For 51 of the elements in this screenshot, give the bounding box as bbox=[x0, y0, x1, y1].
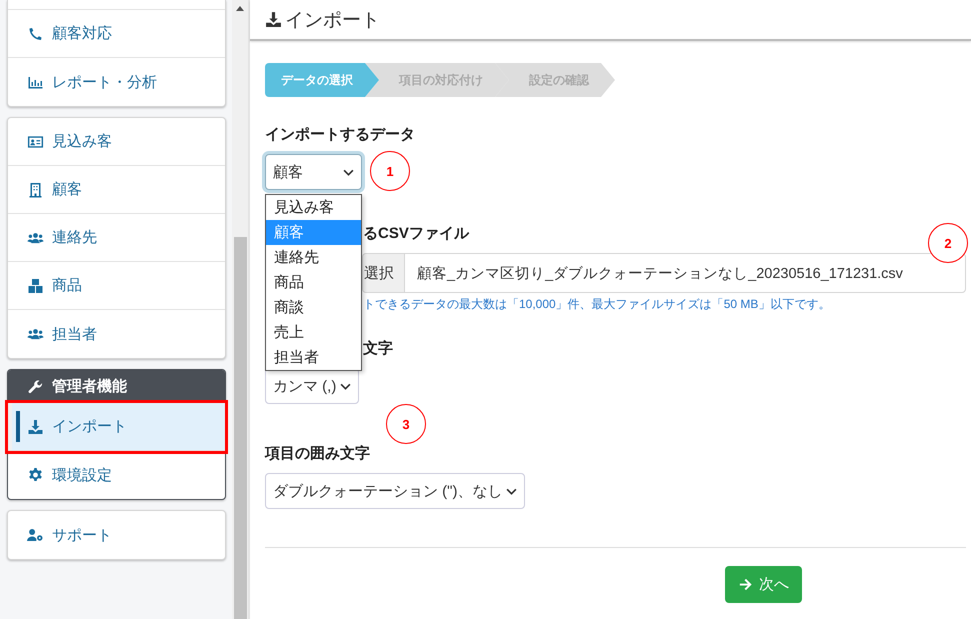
download-icon bbox=[27, 418, 44, 434]
dropdown-option[interactable]: 連絡先 bbox=[266, 245, 361, 270]
nav-item[interactable]: 商品 bbox=[8, 262, 225, 310]
annotation-number: 1 bbox=[370, 151, 410, 191]
wrench-icon bbox=[27, 378, 44, 394]
dropdown-option[interactable]: 売上 bbox=[266, 320, 361, 345]
annotation-number: 2 bbox=[928, 223, 968, 263]
bar-chart-icon bbox=[27, 74, 44, 90]
field-label: 項目の囲み文字 bbox=[265, 444, 371, 463]
nav-item[interactable]: 見込み客 bbox=[8, 118, 225, 166]
wizard-step: データの選択 bbox=[265, 63, 379, 97]
settings-icon bbox=[27, 467, 44, 483]
dropdown-option[interactable]: 担当者 bbox=[266, 345, 361, 370]
scrollbar[interactable] bbox=[232, 0, 248, 619]
id-card-icon bbox=[27, 134, 44, 150]
field-label: 文字 bbox=[363, 339, 393, 358]
download-icon bbox=[265, 11, 282, 28]
nav-item[interactable]: 環境設定 bbox=[8, 451, 225, 499]
nav-item[interactable]: 顧客 bbox=[8, 166, 225, 214]
dropdown-option[interactable]: 商談 bbox=[266, 295, 361, 320]
hint-text: トできるデータの最大数は「10,000」件、最大ファイルサイズは「50 MB」以下です。 bbox=[363, 296, 830, 313]
nav-item[interactable]: インポート bbox=[8, 403, 225, 451]
scroll-up-icon[interactable] bbox=[236, 6, 244, 11]
users-icon bbox=[27, 326, 44, 342]
dropdown-option[interactable]: 見込み客 bbox=[266, 195, 361, 220]
dropdown-option[interactable]: 商品 bbox=[266, 270, 361, 295]
building-icon bbox=[27, 182, 44, 198]
scrollbar-thumb[interactable] bbox=[234, 237, 246, 619]
nav-item[interactable]: 連絡先 bbox=[8, 214, 225, 262]
page-title: インポート bbox=[285, 8, 380, 32]
field-label: インポートするデータ bbox=[265, 125, 416, 144]
annotation-number: 3 bbox=[386, 404, 426, 444]
nav-item[interactable]: 担当者 bbox=[8, 310, 225, 358]
chevron-down-icon bbox=[340, 382, 352, 390]
phone-icon bbox=[27, 26, 44, 42]
field-label: るCSVファイル bbox=[363, 224, 469, 243]
nav-item[interactable]: 顧客対応 bbox=[8, 10, 225, 58]
next-button[interactable]: 次へ bbox=[725, 566, 802, 603]
boxes-icon bbox=[27, 278, 44, 294]
user-gear-icon bbox=[27, 527, 44, 543]
file-input[interactable]: 選択 顧客_カンマ区切り_ダブルクォーテーションなし_20230516_171231.csv bbox=[362, 253, 966, 293]
arrow-right-icon bbox=[738, 577, 753, 592]
section-title: 管理者機能 bbox=[52, 377, 127, 396]
nav-item[interactable]: サポート bbox=[8, 511, 225, 559]
data-select[interactable]: 顧客 bbox=[265, 154, 362, 190]
nav-item[interactable]: レポート・分析 bbox=[8, 58, 225, 106]
chevron-down-icon bbox=[343, 168, 354, 176]
enclosure-select[interactable]: ダブルクォーテーション (")、なし bbox=[265, 473, 526, 509]
delimiter-select[interactable]: カンマ (,) bbox=[265, 368, 360, 404]
chevron-down-icon bbox=[506, 488, 518, 494]
dropdown-option[interactable]: 顧客 bbox=[266, 220, 361, 245]
